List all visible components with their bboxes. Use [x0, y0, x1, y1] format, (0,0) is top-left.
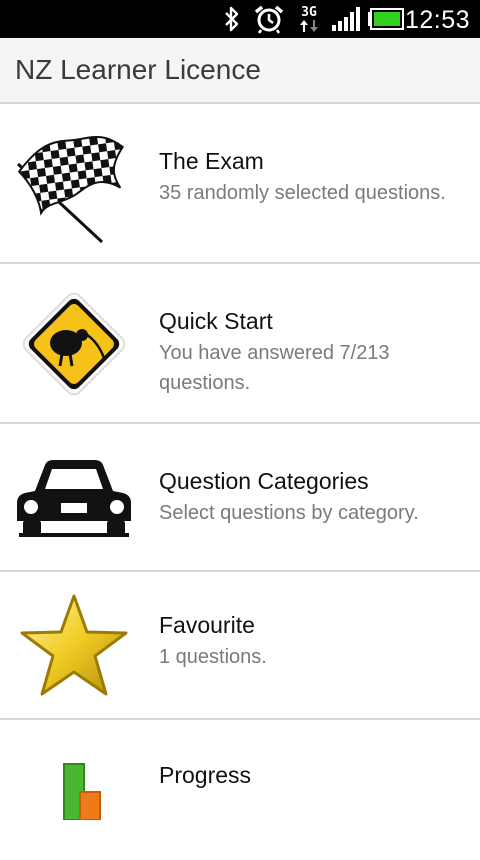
menu-item-subtitle: 1 questions. — [159, 646, 267, 668]
menu-item-the-exam[interactable]: The Exam 35 randomly selected questions. — [0, 104, 480, 264]
menu-item-title: Favourite — [159, 612, 255, 638]
menu-item-question-categories[interactable]: Question Categories Select questions by … — [0, 424, 480, 572]
menu-item-progress[interactable]: Progress — [0, 720, 480, 860]
network-type-label: 3G — [301, 4, 317, 20]
menu-item-quick-start[interactable]: Quick Start You have answered 7/213 ques… — [0, 264, 480, 424]
menu-item-title: Question Categories — [159, 468, 369, 494]
3g-data-icon: 3G — [296, 0, 322, 38]
menu-item-subtitle: You have answered 7/213 questions. — [159, 342, 390, 394]
menu-item-subtitle: 35 randomly selected questions. — [159, 182, 446, 204]
menu-item-title: The Exam — [159, 148, 264, 174]
status-bar: 3G 12:53 — [0, 0, 480, 38]
menu-item-title: Progress — [159, 762, 252, 788]
kiwi-sign-icon — [14, 282, 134, 406]
car-icon — [14, 444, 134, 552]
menu-list: The Exam 35 randomly selected questions.… — [0, 104, 480, 860]
menu-item-subtitle: Select questions by category. — [159, 502, 419, 524]
menu-item-title: Quick Start — [159, 308, 273, 334]
bluetooth-icon — [222, 0, 242, 38]
star-icon — [14, 588, 134, 704]
menu-item-favourite[interactable]: Favourite 1 questions. — [0, 572, 480, 720]
app-title: NZ Learner Licence — [15, 54, 261, 85]
checkered-flag-icon — [14, 122, 134, 246]
progress-chart-icon — [14, 760, 134, 820]
action-bar: NZ Learner Licence — [0, 38, 480, 104]
status-time: 12:53 — [404, 6, 470, 34]
signal-icon — [330, 0, 362, 38]
battery-icon — [366, 0, 406, 38]
alarm-icon — [252, 0, 286, 38]
